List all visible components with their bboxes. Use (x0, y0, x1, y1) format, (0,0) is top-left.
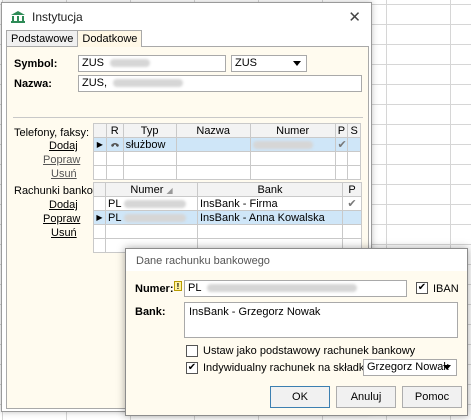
iban-checkbox[interactable]: ✔ (416, 282, 428, 294)
check-icon: ✔ (342, 196, 362, 211)
sort-icon: ◢ (166, 185, 173, 195)
row-pointer-icon: ▶ (93, 210, 106, 225)
default-account-checkbox[interactable] (186, 345, 198, 357)
table-row[interactable]: ▶ służbow ✔ (93, 137, 361, 152)
symbol-combo[interactable]: ZUS (231, 55, 307, 72)
tab-bar: Podstawowe Dodatkowe (6, 30, 143, 47)
cell-numer: PL (105, 210, 198, 225)
default-account-label: Ustaw jako podstawowy rachunek bankowy (203, 345, 416, 357)
banks-add-link[interactable]: Dodaj (49, 199, 78, 211)
account-prefix: PL (108, 197, 122, 210)
symbol-combo-value: ZUS (235, 57, 257, 69)
table-header: R Typ Nazwa Numer P S (93, 123, 361, 138)
table-row-empty (93, 224, 362, 239)
window-title: Instytucja (32, 10, 83, 24)
person-select[interactable]: Grzegorz Nowak (363, 359, 457, 376)
table-row-empty (93, 165, 361, 180)
column-header[interactable]: Bank (197, 182, 343, 197)
column-header[interactable]: Numer ◢ (105, 182, 198, 197)
account-number-input[interactable]: PL (184, 280, 407, 297)
symbol-label: Symbol: (14, 58, 58, 70)
symbol-input[interactable]: ZUS (78, 55, 226, 72)
redacted-text (207, 284, 358, 293)
cell-p (342, 210, 362, 225)
header-marker (93, 123, 107, 138)
column-header[interactable]: P (334, 123, 349, 138)
symbol-value: ZUS (82, 57, 104, 69)
dialog-title: Dane rachunku bankowego (126, 249, 467, 271)
table-row-empty (93, 151, 361, 166)
cell-nazwa (175, 137, 251, 152)
banks-edit-link[interactable]: Popraw (43, 213, 80, 225)
title-bar: Instytucja (2, 3, 371, 31)
banks-table[interactable]: Numer ◢ Bank P PL InsBank - Firma ✔ ▶ PL… (93, 182, 362, 253)
banks-delete-link[interactable]: Usuń (51, 227, 77, 239)
row-marker (93, 196, 106, 211)
ok-button[interactable]: OK (270, 386, 330, 408)
bank-account-dialog: Dane rachunku bankowego Numer: ! PL ✔ IB… (125, 248, 468, 416)
row-pointer-icon: ▶ (93, 137, 107, 152)
phones-edit-link[interactable]: Popraw (43, 154, 80, 166)
name-label: Nazwa: (14, 78, 52, 90)
phones-delete-link[interactable]: Usuń (51, 168, 77, 180)
divider (13, 117, 363, 118)
cell-s (347, 137, 361, 152)
help-button[interactable]: Pomoc (402, 386, 462, 408)
app-icon (10, 10, 26, 24)
chevron-down-icon (293, 61, 301, 66)
account-number-value: PL (188, 282, 202, 294)
warning-icon: ! (174, 281, 182, 291)
redacted-text (252, 140, 313, 149)
table-header: Numer ◢ Bank P (93, 182, 362, 197)
close-icon[interactable]: ✕ (348, 8, 361, 26)
table-row[interactable]: PL InsBank - Firma ✔ (93, 196, 362, 211)
redacted-text (124, 199, 187, 208)
cell-numer (249, 137, 336, 152)
individual-zus-checkbox[interactable]: ✔ (186, 362, 198, 374)
phones-label: Telefony, faksy: (14, 127, 89, 139)
bank-name-input[interactable]: InsBank - Grzegorz Nowak (184, 302, 458, 338)
column-header-label: Numer (130, 183, 164, 196)
tab-dodatkowe[interactable]: Dodatkowe (77, 30, 143, 47)
person-select-value: Grzegorz Nowak (367, 361, 449, 373)
column-header[interactable]: S (347, 123, 361, 138)
phone-icon (105, 137, 124, 152)
column-header[interactable]: Nazwa (175, 123, 251, 138)
iban-label: IBAN (433, 283, 459, 295)
tab-podstawowe[interactable]: Podstawowe (6, 30, 79, 46)
redacted-text (113, 79, 184, 88)
cell-typ: służbow (122, 137, 177, 152)
account-number-label: Numer: (135, 283, 174, 295)
bank-label: Bank: (135, 306, 166, 318)
phones-table[interactable]: R Typ Nazwa Numer P S ▶ służbow ✔ (93, 123, 361, 180)
column-header[interactable]: Typ (122, 123, 177, 138)
cell-numer: PL (105, 196, 198, 211)
name-input[interactable]: ZUS, (78, 75, 362, 92)
redacted-text (124, 213, 187, 222)
account-prefix: PL (108, 211, 122, 224)
column-header[interactable]: Numer (249, 123, 336, 138)
phones-add-link[interactable]: Dodaj (49, 140, 78, 152)
chevron-down-icon (443, 365, 451, 370)
check-icon: ✔ (334, 137, 349, 152)
header-marker (93, 182, 106, 197)
column-header[interactable]: P (342, 182, 362, 197)
name-value: ZUS, (82, 77, 108, 89)
cancel-button[interactable]: Anuluj (336, 386, 396, 408)
column-header[interactable]: R (105, 123, 124, 138)
redacted-text (110, 59, 151, 68)
table-row[interactable]: ▶ PL InsBank - Anna Kowalska (93, 210, 362, 225)
cell-bank: InsBank - Firma (197, 196, 343, 211)
cell-bank: InsBank - Anna Kowalska (197, 210, 343, 225)
